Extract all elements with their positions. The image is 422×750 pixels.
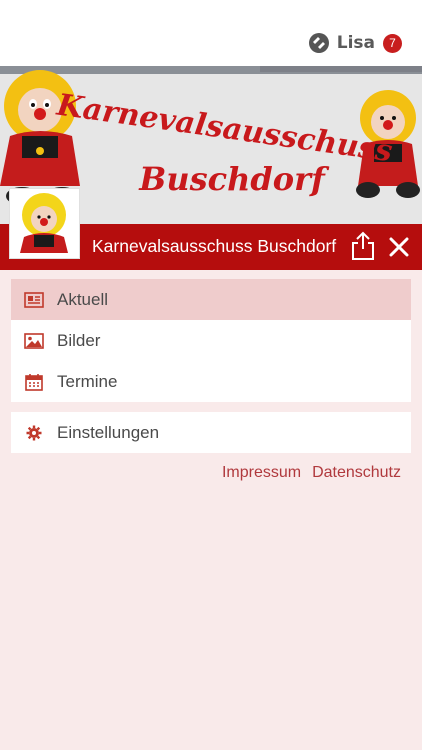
- datenschutz-link[interactable]: Datenschutz: [312, 464, 401, 482]
- menu-item-label: Aktuell: [57, 289, 109, 309]
- footer-links: Impressum Datenschutz: [211, 464, 401, 482]
- menu-item-label: Termine: [57, 371, 118, 391]
- newspaper-icon: [24, 290, 44, 310]
- top-bar: Lisa 7: [0, 0, 422, 66]
- menu-item-label: Bilder: [57, 330, 101, 350]
- menu-item-label: Einstellungen: [57, 422, 160, 442]
- menu-item-bilder[interactable]: Bilder: [11, 320, 411, 361]
- menu-item-termine[interactable]: Termine: [11, 361, 411, 402]
- club-name-title: Karnevalsausschuss Buschdorf: [92, 236, 337, 256]
- calendar-icon: [24, 372, 44, 392]
- menu-item-aktuell[interactable]: Aktuell: [11, 279, 411, 320]
- user-name: Lisa: [336, 33, 375, 53]
- gear-icon: [24, 423, 44, 443]
- notification-badge[interactable]: 7: [383, 33, 402, 53]
- menu-item-einstellungen[interactable]: Einstellungen: [11, 412, 411, 453]
- image-icon: [24, 331, 44, 351]
- close-icon[interactable]: [386, 234, 412, 260]
- app-logo-icon: [308, 33, 329, 53]
- club-avatar: [10, 189, 79, 258]
- user-account[interactable]: Lisa 7: [308, 33, 402, 53]
- banner-line-2: Buschdorf: [138, 160, 330, 198]
- main-menu: Aktuell Bilder Termine: [11, 279, 411, 402]
- impressum-link[interactable]: Impressum: [222, 464, 301, 482]
- share-icon[interactable]: [350, 231, 376, 261]
- settings-menu: Einstellungen: [11, 412, 411, 453]
